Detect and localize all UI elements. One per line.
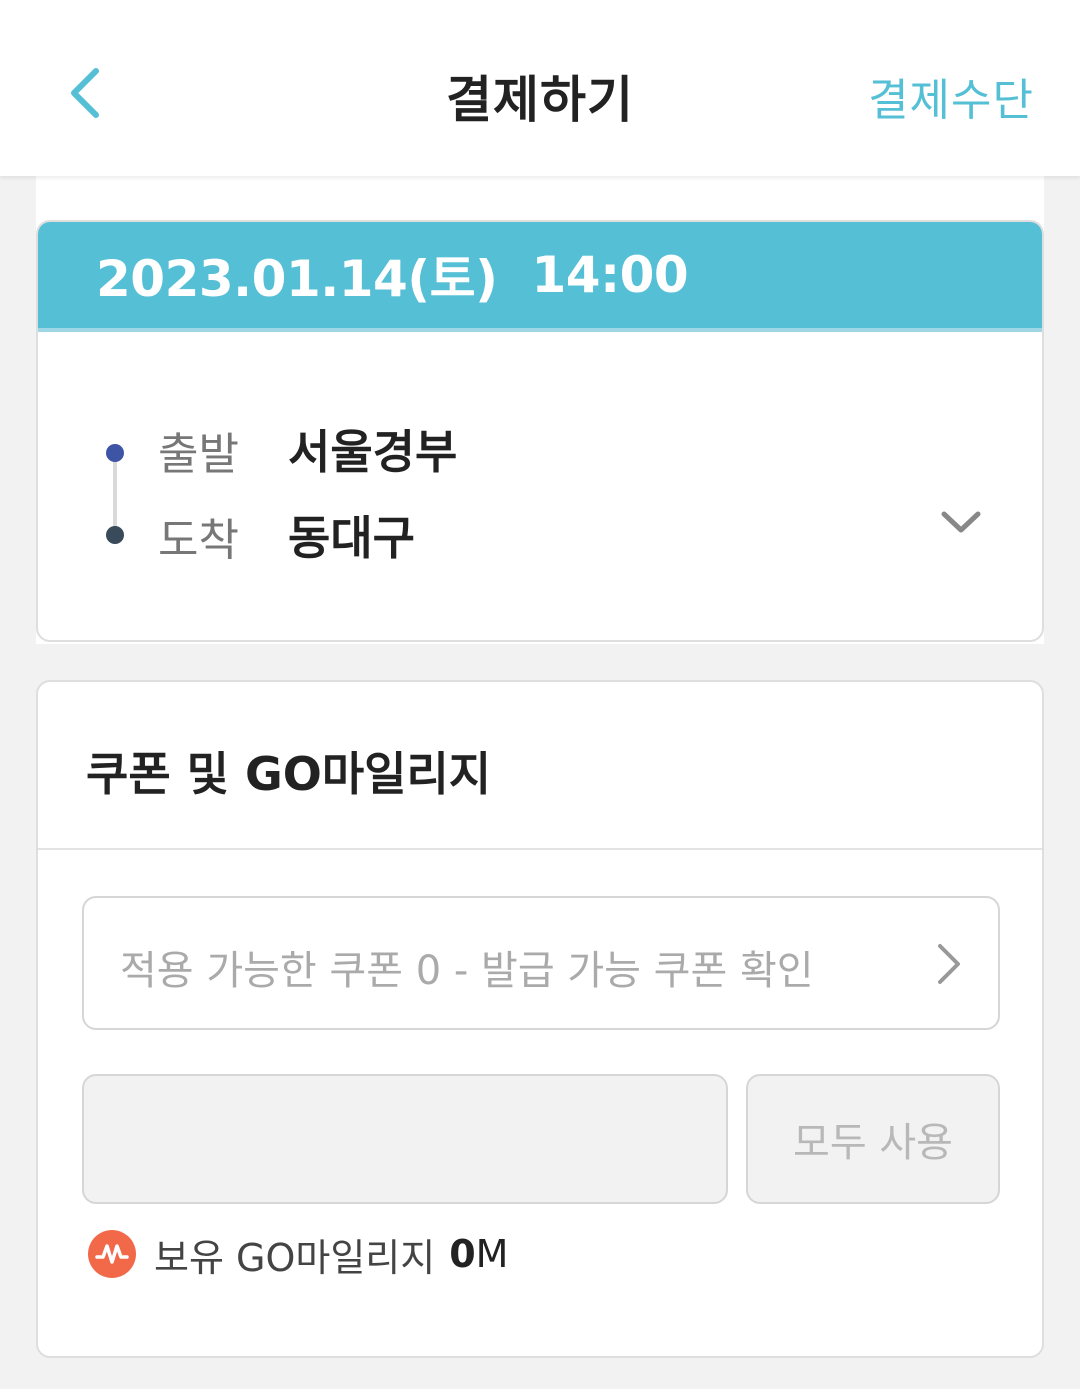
- coupon-mileage-card: 쿠폰 및 GO마일리지 적용 가능한 쿠폰 0 - 발급 가능 쿠폰 확인 모두…: [36, 680, 1044, 1358]
- owned-mileage-unit: M: [475, 1232, 509, 1276]
- chevron-right-icon: [938, 944, 960, 984]
- owned-mileage-label: 보유 GO마일리지: [154, 1235, 436, 1280]
- coupon-select-text: 적용 가능한 쿠폰 0 - 발급 가능 쿠폰 확인: [120, 948, 814, 994]
- trip-summary-card: 2023.01.14(토) 14:00 출발 서울경부 도착 동대구: [36, 220, 1044, 642]
- trip-date-bar: 2023.01.14(토) 14:00: [38, 222, 1042, 332]
- trip-date: 2023.01.14(토): [96, 250, 498, 308]
- coupon-section-title: 쿠폰 및 GO마일리지: [86, 747, 492, 801]
- coupon-select-button[interactable]: 적용 가능한 쿠폰 0 - 발급 가능 쿠폰 확인: [82, 896, 1000, 1030]
- expand-trip-button[interactable]: [938, 500, 984, 546]
- arrival-dot-icon: [106, 526, 124, 544]
- payment-method-button[interactable]: 결제수단: [868, 64, 1034, 128]
- arrival-terminal: 동대구: [288, 511, 415, 565]
- owned-mileage-value: 0M: [449, 1232, 508, 1276]
- owned-mileage-amount: 0: [449, 1232, 476, 1276]
- use-all-mileage-button[interactable]: 모두 사용: [746, 1074, 1000, 1204]
- departure-dot-icon: [106, 444, 124, 462]
- mileage-m-icon: [88, 1230, 136, 1278]
- chevron-down-icon: [941, 511, 981, 533]
- section-divider: [38, 848, 1042, 850]
- arrival-label: 도착: [158, 515, 239, 566]
- trip-time: 14:00: [531, 246, 689, 304]
- departure-terminal: 서울경부: [288, 425, 458, 479]
- departure-label: 출발: [158, 429, 239, 480]
- owned-mileage-info: 보유 GO마일리지 0M: [88, 1228, 508, 1280]
- top-app-bar: 결제하기 결제수단: [0, 0, 1080, 176]
- route-line: [113, 456, 117, 534]
- mileage-amount-input[interactable]: [82, 1074, 728, 1204]
- route-info: 출발 서울경부 도착 동대구: [38, 332, 1042, 640]
